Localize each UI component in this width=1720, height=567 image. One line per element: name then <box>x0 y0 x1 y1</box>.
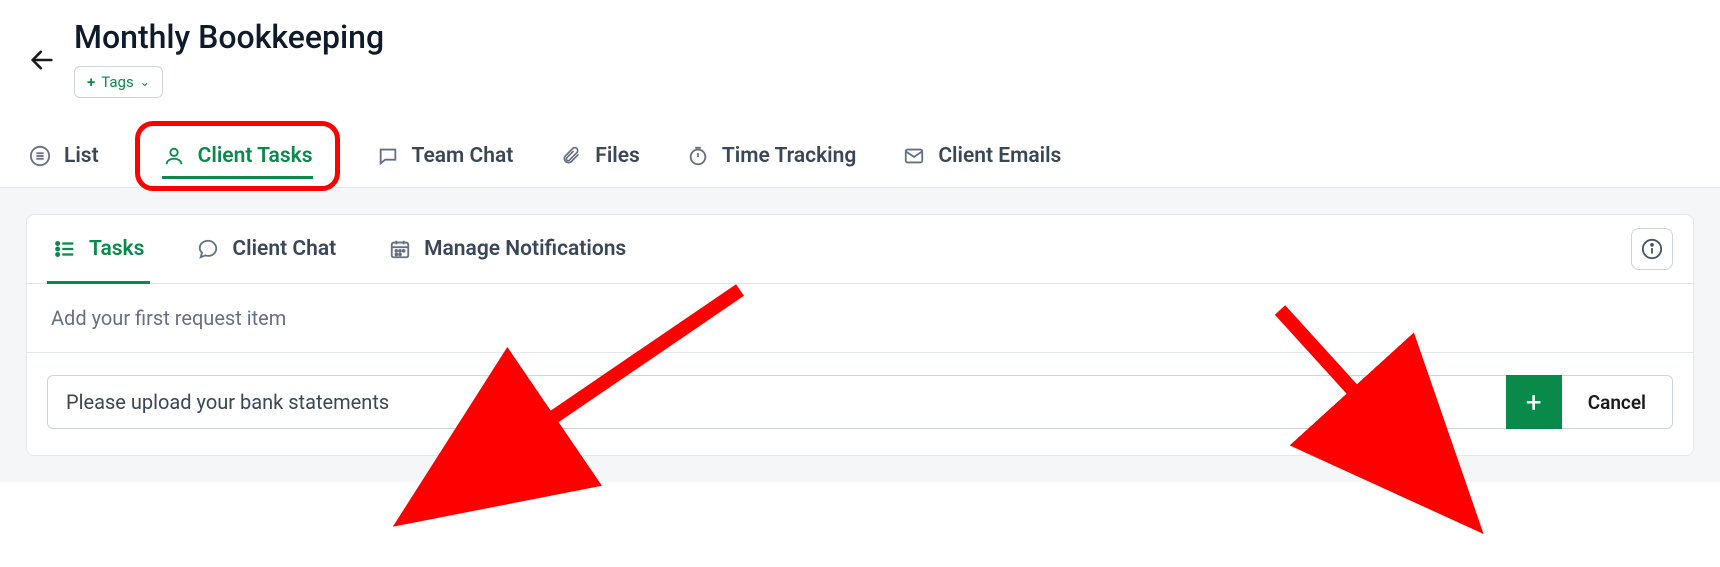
tab-client-emails[interactable]: Client Emails <box>902 134 1061 178</box>
tab-label: Files <box>595 144 640 168</box>
add-button[interactable]: + <box>1506 375 1562 429</box>
mail-icon <box>902 144 926 168</box>
list-icon <box>28 144 52 168</box>
tab-label: Team Chat <box>412 144 514 168</box>
subtab-manage-notifications[interactable]: Manage Notifications <box>382 215 632 283</box>
tab-files[interactable]: Files <box>559 134 640 178</box>
timer-icon <box>686 144 710 168</box>
plus-icon: + <box>87 73 95 91</box>
subtab-label: Client Chat <box>232 237 336 261</box>
plus-icon: + <box>1526 386 1542 419</box>
attachment-icon <box>559 144 583 168</box>
tab-client-tasks[interactable]: Client Tasks <box>162 134 313 178</box>
tasks-panel: Tasks Client Chat Manage Notifications <box>26 214 1694 456</box>
tab-team-chat[interactable]: Team Chat <box>376 134 514 178</box>
prompt-text: Add your first request item <box>27 284 1693 353</box>
task-input[interactable] <box>47 375 1506 429</box>
tags-button[interactable]: + Tags ⌄ <box>74 66 163 98</box>
annotation-highlight: Client Tasks <box>135 121 340 191</box>
tab-time-tracking[interactable]: Time Tracking <box>686 134 856 178</box>
subtab-label: Tasks <box>89 237 144 261</box>
person-icon <box>162 144 186 168</box>
tasks-icon <box>53 237 77 261</box>
tab-label: List <box>64 144 99 168</box>
subtab-label: Manage Notifications <box>424 237 626 261</box>
info-button[interactable] <box>1631 228 1673 270</box>
subtab-client-chat[interactable]: Client Chat <box>190 215 342 283</box>
tab-label: Client Tasks <box>198 144 313 168</box>
main-tabs: List Client Tasks Team Chat Files Time T… <box>0 124 1720 188</box>
cancel-button[interactable]: Cancel <box>1562 375 1673 429</box>
tab-label: Time Tracking <box>722 144 856 168</box>
calendar-icon <box>388 237 412 261</box>
chat-bubble-icon <box>196 237 220 261</box>
tags-label: Tags <box>101 73 133 91</box>
tab-list[interactable]: List <box>28 134 99 178</box>
chat-icon <box>376 144 400 168</box>
subtab-tasks[interactable]: Tasks <box>47 215 150 283</box>
tab-label: Client Emails <box>938 144 1061 168</box>
chevron-down-icon: ⌄ <box>140 75 150 89</box>
page-title: Monthly Bookkeeping <box>74 18 384 56</box>
back-button[interactable] <box>28 46 56 81</box>
